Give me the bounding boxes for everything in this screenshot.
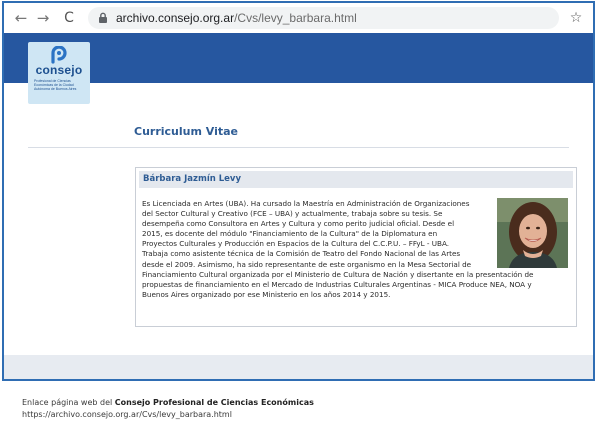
consejo-logo[interactable]: consejo Profesional de Ciencias Económic… — [28, 42, 90, 104]
bookmark-star-icon[interactable]: ☆ — [565, 10, 587, 26]
consejo-logo-mark-icon — [51, 46, 67, 64]
caption-url[interactable]: https://archivo.consejo.org.ar/Cvs/levy_… — [22, 409, 314, 421]
caption-line: Enlace página web del Consejo Profesiona… — [22, 397, 314, 409]
logo-subtitle: Profesional de Ciencias Económicas de la… — [34, 79, 77, 91]
forward-icon[interactable]: → — [32, 7, 54, 29]
cv-card: Bárbara Jazmín Levy Es Licenciada en Art… — [135, 167, 577, 327]
address-bar[interactable]: archivo.consejo.org.ar/Cvs/levy_barbara.… — [88, 7, 559, 29]
screenshot-frame: ← → C archivo.consejo.org.ar/Cvs/levy_ba… — [2, 1, 595, 381]
caption-prefix: Enlace página web del — [22, 398, 115, 407]
profile-photo — [497, 198, 568, 268]
person-name: Bárbara Jazmín Levy — [143, 174, 242, 184]
logo-wordmark: consejo — [35, 63, 83, 77]
browser-toolbar: ← → C archivo.consejo.org.ar/Cvs/levy_ba… — [4, 3, 593, 33]
page-title: Curriculum Vitae — [134, 125, 239, 138]
lock-icon — [99, 12, 107, 23]
figure-caption: Enlace página web del Consejo Profesiona… — [22, 397, 314, 421]
back-icon[interactable]: ← — [10, 7, 32, 29]
web-page: consejo Profesional de Ciencias Económic… — [4, 33, 593, 379]
url-host: archivo.consejo.org.ar — [116, 11, 235, 25]
bio-line: Buenos Aires organizado por ese Minister… — [142, 289, 391, 299]
site-header — [4, 33, 593, 83]
caption-org: Consejo Profesional de Ciencias Económic… — [114, 398, 314, 407]
reload-icon[interactable]: C — [58, 7, 80, 29]
url-path: /Cvs/levy_barbara.html — [234, 11, 357, 25]
portrait-image — [497, 198, 568, 268]
bio-line: propuestas de financiamiento en el Merca… — [142, 279, 532, 289]
bio-line: Financiamiento Cultural organizada por e… — [142, 269, 534, 279]
title-divider — [28, 147, 569, 148]
site-footer — [4, 355, 593, 379]
cv-card-header: Bárbara Jazmín Levy — [139, 171, 573, 188]
